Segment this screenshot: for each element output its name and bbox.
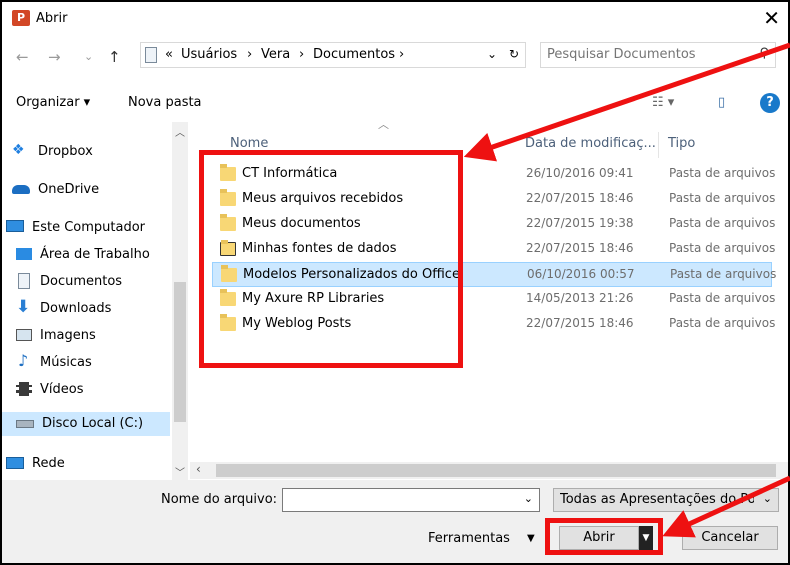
arrow-to-folders bbox=[463, 42, 790, 162]
annotation-arrows bbox=[463, 42, 790, 538]
arrow-to-open-button bbox=[662, 475, 790, 538]
